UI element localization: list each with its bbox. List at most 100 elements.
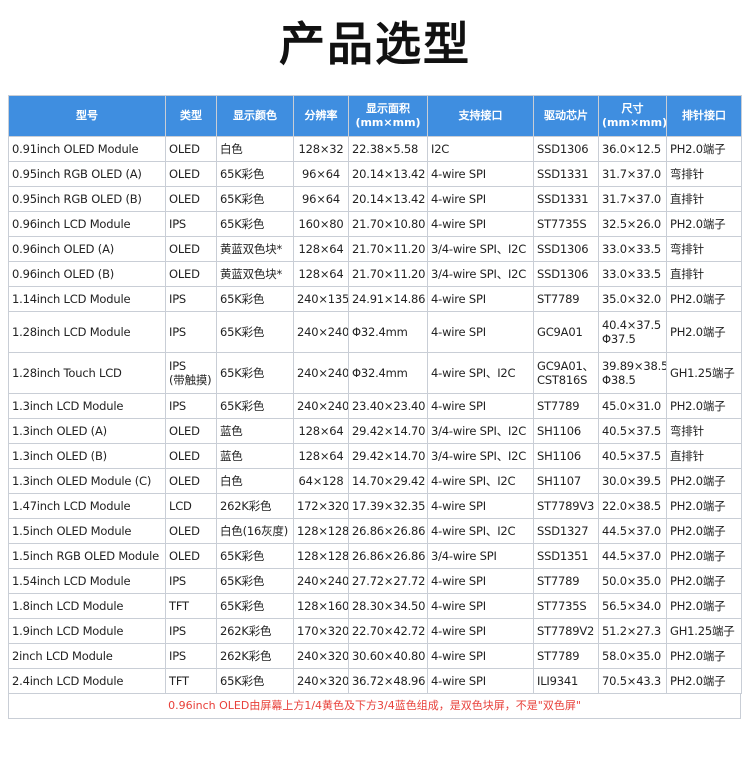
table-row: 1.3inch OLED (B) OLED 蓝色 128×64 29.42×14.70 3… — [8, 443, 742, 469]
cell-model[interactable]: 1.5inch RGB OLED Module — [8, 543, 166, 569]
cell-display-area: 21.70×10.80 — [348, 211, 428, 237]
cell-type: LCD — [165, 493, 217, 519]
cell-pin-header: PH2.0端子 — [666, 518, 742, 544]
table-row: 1.14inch LCD Module IPS 65K彩色 240×135 24.91×… — [8, 286, 742, 312]
cell-size: 50.0×35.0 — [598, 568, 667, 594]
column-header-pin-header: 排针接口 — [666, 95, 742, 137]
cell-type: IPS — [165, 643, 217, 669]
cell-pin-header: PH2.0端子 — [666, 668, 742, 694]
cell-pin-header: 弯排针 — [666, 161, 742, 187]
cell-resolution: 240×320 — [293, 668, 349, 694]
cell-display-color: 65K彩色 — [216, 286, 294, 312]
cell-model[interactable]: 1.3inch LCD Module — [8, 393, 166, 419]
cell-model[interactable]: 1.14inch LCD Module — [8, 286, 166, 312]
cell-display-color: 262K彩色 — [216, 493, 294, 519]
cell-type: OLED — [165, 543, 217, 569]
cell-model[interactable]: 1.8inch LCD Module — [8, 593, 166, 619]
cell-interface: 4-wire SPI — [427, 593, 534, 619]
column-header-display-area: 显示面积 (mm×mm) — [348, 95, 428, 137]
cell-model[interactable]: 2.4inch LCD Module — [8, 668, 166, 694]
column-header-driver-chip: 驱动芯片 — [533, 95, 599, 137]
footnote: 0.96inch OLED由屏幕上方1/4黄色及下方3/4蓝色组成，是双色块屏，… — [8, 693, 741, 719]
cell-interface: 4-wire SPI、I2C — [427, 352, 534, 394]
cell-display-color: 65K彩色 — [216, 568, 294, 594]
cell-model[interactable]: 1.9inch LCD Module — [8, 618, 166, 644]
cell-display-area: 22.70×42.72 — [348, 618, 428, 644]
cell-driver-chip: SSD1331 — [533, 161, 599, 187]
cell-driver-chip: SSD1351 — [533, 543, 599, 569]
cell-display-area: 14.70×29.42 — [348, 468, 428, 494]
cell-display-color: 65K彩色 — [216, 668, 294, 694]
cell-interface: 3/4-wire SPI、I2C — [427, 261, 534, 287]
cell-type: IPS — [165, 311, 217, 353]
cell-display-color: 65K彩色 — [216, 393, 294, 419]
cell-model[interactable]: 0.96inch LCD Module — [8, 211, 166, 237]
cell-driver-chip: SSD1327 — [533, 518, 599, 544]
cell-model[interactable]: 0.95inch RGB OLED (B) — [8, 186, 166, 212]
cell-model[interactable]: 0.91inch OLED Module — [8, 136, 166, 162]
cell-interface: 4-wire SPI — [427, 211, 534, 237]
cell-interface: 4-wire SPI — [427, 286, 534, 312]
cell-pin-header: PH2.0端子 — [666, 468, 742, 494]
cell-resolution: 240×240 — [293, 568, 349, 594]
cell-pin-header: 直排针 — [666, 443, 742, 469]
page-title: 产品选型 — [279, 17, 471, 71]
column-header-model: 型号 — [8, 95, 166, 137]
cell-size: 44.5×37.0 — [598, 543, 667, 569]
cell-display-color: 65K彩色 — [216, 311, 294, 353]
cell-driver-chip: ST7735S — [533, 593, 599, 619]
cell-interface: 4-wire SPI — [427, 643, 534, 669]
cell-size: 30.0×39.5 — [598, 468, 667, 494]
cell-size: 70.5×43.3 — [598, 668, 667, 694]
cell-display-color: 蓝色 — [216, 443, 294, 469]
table-row: 0.95inch RGB OLED (A) OLED 65K彩色 96×64 20.14… — [8, 161, 742, 187]
cell-display-area: 20.14×13.42 — [348, 161, 428, 187]
cell-resolution: 96×64 — [293, 161, 349, 187]
cell-pin-header: PH2.0端子 — [666, 393, 742, 419]
cell-model[interactable]: 0.95inch RGB OLED (A) — [8, 161, 166, 187]
cell-resolution: 240×240 — [293, 311, 349, 353]
table-row: 1.5inch RGB OLED Module OLED 65K彩色 128×128 2… — [8, 543, 742, 569]
cell-display-color: 262K彩色 — [216, 618, 294, 644]
table-row: 0.96inch OLED (B) OLED 黄蓝双色块* 128×64 21.70×1… — [8, 261, 742, 287]
column-header-interface: 支持接口 — [427, 95, 534, 137]
cell-interface: 3/4-wire SPI、I2C — [427, 443, 534, 469]
table-row: 2.4inch LCD Module TFT 65K彩色 240×320 36.72×4… — [8, 668, 742, 694]
cell-resolution: 64×128 — [293, 468, 349, 494]
cell-model[interactable]: 1.3inch OLED (B) — [8, 443, 166, 469]
cell-driver-chip: SSD1306 — [533, 236, 599, 262]
cell-display-color: 65K彩色 — [216, 211, 294, 237]
cell-pin-header: 弯排针 — [666, 418, 742, 444]
cell-model[interactable]: 0.96inch OLED (B) — [8, 261, 166, 287]
table-row: 1.8inch LCD Module TFT 65K彩色 128×160 28.30×3… — [8, 593, 742, 619]
cell-type: OLED — [165, 261, 217, 287]
cell-model[interactable]: 2inch LCD Module — [8, 643, 166, 669]
cell-model[interactable]: 1.3inch OLED Module (C) — [8, 468, 166, 494]
cell-model[interactable]: 1.28inch Touch LCD — [8, 352, 166, 394]
table-row: 1.9inch LCD Module IPS 262K彩色 170×320 22.70×… — [8, 618, 742, 644]
cell-driver-chip: SH1106 — [533, 418, 599, 444]
cell-model[interactable]: 1.3inch OLED (A) — [8, 418, 166, 444]
cell-display-area: 22.38×5.58 — [348, 136, 428, 162]
table-row: 0.96inch OLED (A) OLED 黄蓝双色块* 128×64 21.70×1… — [8, 236, 742, 262]
cell-model[interactable]: 1.5inch OLED Module — [8, 518, 166, 544]
cell-model[interactable]: 1.28inch LCD Module — [8, 311, 166, 353]
cell-model[interactable]: 0.96inch OLED (A) — [8, 236, 166, 262]
table-row: 1.28inch Touch LCD IPS (带触摸) 65K彩色 240×240 Φ3… — [8, 352, 742, 394]
cell-display-color: 黄蓝双色块* — [216, 261, 294, 287]
cell-model[interactable]: 1.54inch LCD Module — [8, 568, 166, 594]
cell-size: 33.0×33.5 — [598, 261, 667, 287]
cell-resolution: 128×64 — [293, 236, 349, 262]
cell-size: 44.5×37.0 — [598, 518, 667, 544]
cell-display-area: 30.60×40.80 — [348, 643, 428, 669]
cell-display-area: 21.70×11.20 — [348, 261, 428, 287]
cell-size: 58.0×35.0 — [598, 643, 667, 669]
cell-display-area: 21.70×11.20 — [348, 236, 428, 262]
cell-resolution: 170×320 — [293, 618, 349, 644]
cell-size: 22.0×38.5 — [598, 493, 667, 519]
cell-interface: 4-wire SPI — [427, 668, 534, 694]
cell-resolution: 128×128 — [293, 543, 349, 569]
cell-interface: 4-wire SPI、I2C — [427, 468, 534, 494]
cell-model[interactable]: 1.47inch LCD Module — [8, 493, 166, 519]
cell-display-area: 23.40×23.40 — [348, 393, 428, 419]
